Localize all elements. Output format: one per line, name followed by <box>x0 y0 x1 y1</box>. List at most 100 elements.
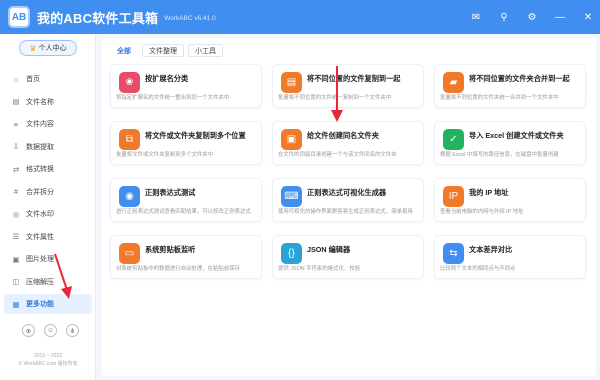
tool-icon: ⇆ <box>443 243 464 264</box>
tool-title: 系统剪贴板监听 <box>145 245 196 254</box>
tool-card[interactable]: ⧉ 将文件或文件夹复制到多个位置 批量将文件或文件夹复制到多个文件夹中 <box>110 121 262 165</box>
sidebar-item-icon: ≡ <box>13 119 19 129</box>
personal-center-label: 个人中心 <box>38 45 67 52</box>
main-content: 全部 文件整理 小工具 ❀ 按扩展名分类 将指定扩展名的文件统一整出到同一个文件夹中 ▤ 将… <box>102 38 596 376</box>
tool-description: 提供 JSON 字符串的格式化、校验 <box>278 266 361 272</box>
sidebar-item-icon: ▣ <box>12 254 20 264</box>
tool-description: 比较两个文本的相同点与不同点 <box>440 266 516 272</box>
mail-icon[interactable]: ✉ <box>464 5 488 29</box>
tool-card[interactable]: ◉ 正则表达式测试进行正则表达式测试查看匹配结果，可以修改正则表达式 <box>110 178 262 222</box>
app-logo: AB <box>8 6 30 28</box>
tool-description: 将指定扩展名的文件统一整出到同一个文件夹中 <box>116 95 230 101</box>
tool-card[interactable]: ⌨ 正则表达式可视化生成器使用可视化的操作界面更容易生成正则表达式，简单易用 <box>272 178 424 222</box>
tab[interactable]: 全部 <box>110 44 138 57</box>
tool-icon: {} <box>281 243 302 264</box>
tool-card[interactable]: ▰ 将不同位置的文件夹合并到一起 批量将不同位置的文件夹统一合并到一个文件夹中 <box>434 64 586 108</box>
app-title: 我的ABC软件工具箱 <box>37 10 159 26</box>
chat-icon[interactable]: ☺ <box>44 324 57 337</box>
tool-description: 在文件的同级目录创建一个与该文件同名的文件夹 <box>278 152 397 158</box>
tool-icon: ◉ <box>119 186 140 207</box>
app-version: WorkABC v6.41.0 <box>164 15 216 22</box>
sidebar-item-icon: ⇄ <box>12 164 20 174</box>
sidebar-item[interactable]: ☰ 文件属性 <box>4 227 92 247</box>
sidebar-item-label: 压缩解压 <box>26 278 54 286</box>
tool-description: 对系统剪贴板中的数据进行自动处理，在粘贴前保存 <box>116 266 240 272</box>
tool-card[interactable]: ▣ 给文件创建同名文件夹在文件的同级目录创建一个与该文件同名的文件夹 <box>272 121 424 165</box>
annotation-arrow-sidebar <box>54 253 72 299</box>
sidebar-item[interactable]: ▤ 文件名称 <box>4 92 92 112</box>
annotation-arrow-down <box>331 66 343 122</box>
sidebar-item-icon: ☰ <box>12 232 20 241</box>
copyright-owner: © WorkABC.com 版权所有 <box>18 361 78 367</box>
tab[interactable]: 小工具 <box>188 44 223 57</box>
sidebar-item[interactable]: ◫ 压缩解压 <box>4 272 92 292</box>
sidebar-item-icon: ▤ <box>12 97 20 106</box>
share-icon[interactable]: ⋔ <box>66 324 79 337</box>
sidebar-item-icon: ⌂ <box>13 74 19 84</box>
window-controls: ✉ ⚲ ⚙ — ✕ <box>460 0 600 34</box>
link-icon[interactable]: ⊕ <box>22 324 35 337</box>
tool-description: 批量将文件或文件夹复制到多个文件夹中 <box>116 152 214 158</box>
sidebar-item-label: 文件内容 <box>26 121 54 128</box>
settings-icon[interactable]: ⚙ <box>520 5 544 29</box>
sidebar-item[interactable]: ⌂ 首页 <box>4 69 92 89</box>
tool-title: 正则表达式测试 <box>145 188 196 197</box>
tool-card[interactable]: ✓ 导入 Excel 创建文件或文件夹根据 Excel 中填写的路径信息，在磁盘中… <box>434 121 586 165</box>
tool-description: 使用可视化的操作界面更容易生成正则表达式，简单易用 <box>278 209 413 215</box>
sidebar-item-icon: ◎ <box>12 209 20 219</box>
tool-icon: ▣ <box>281 129 302 150</box>
tool-card[interactable]: {} JSON 编辑器提供 JSON 字符串的格式化、校验 <box>272 235 424 279</box>
tool-card[interactable]: ⇆ 文本差异对比比较两个文本的相同点与不同点 <box>434 235 586 279</box>
sidebar-item-label: 合并拆分 <box>26 188 54 196</box>
sidebar-item-label: 首页 <box>26 76 40 83</box>
category-tabs: 全部 文件整理 小工具 <box>110 44 227 57</box>
sidebar-item-label: 格式转换 <box>26 166 54 173</box>
tool-icon: ✓ <box>443 129 464 150</box>
tool-title: 我的 IP 地址 <box>469 188 509 197</box>
sidebar-item-label: 更多功能 <box>26 301 54 308</box>
sidebar: ♛ 个人中心 ⊕ ☺ ⋔ 2013 ~ 2023 © WorkABC.com 版… <box>0 34 96 380</box>
sidebar-item[interactable]: ⇄ 格式转换 <box>4 159 92 179</box>
tool-description: 根据 Excel 中填写的路径信息，在磁盘中批量创建 <box>440 152 559 158</box>
tool-title: 将文件或文件夹复制到多个位置 <box>145 131 246 140</box>
tool-description: 批量将不同位置的文件统一复制到一个文件夹中 <box>278 95 392 101</box>
pin-icon[interactable]: ⚲ <box>492 5 516 29</box>
sidebar-item-icon: ◫ <box>12 277 20 286</box>
tool-title: 正则表达式可视化生成器 <box>307 188 387 197</box>
close-icon[interactable]: ✕ <box>576 5 600 29</box>
tool-card[interactable]: ▭ 系统剪贴板监听对系统剪贴板中的数据进行自动处理，在粘贴前保存 <box>110 235 262 279</box>
sidebar-item-label: 图片处理 <box>26 256 54 263</box>
tool-title: 导入 Excel 创建文件或文件夹 <box>469 131 564 140</box>
sidebar-item[interactable]: ⇩ 数据提取 <box>4 137 92 157</box>
tool-icon: ▤ <box>281 72 302 93</box>
tool-title: 给文件创建同名文件夹 <box>307 131 379 140</box>
tool-title: 将不同位置的文件复制到一起 <box>307 74 401 83</box>
tool-icon: ▭ <box>119 243 140 264</box>
sidebar-item-label: 数据提取 <box>26 143 54 151</box>
sidebar-item-label: 文件名称 <box>26 98 54 106</box>
tab[interactable]: 文件整理 <box>142 44 184 57</box>
sidebar-item-label: 文件水印 <box>26 211 54 218</box>
sidebar-item[interactable]: ▦ 更多功能 <box>4 294 92 314</box>
tool-icon: ❀ <box>119 72 140 93</box>
personal-center-button[interactable]: ♛ 个人中心 <box>19 40 77 56</box>
copyright: 2013 ~ 2023 © WorkABC.com 版权所有 <box>0 352 96 368</box>
sidebar-item-icon: ⇩ <box>12 142 20 151</box>
tool-description: 批量将不同位置的文件夹统一合并到一个文件夹中 <box>440 95 559 101</box>
crown-icon: ♛ <box>29 43 37 53</box>
tool-title: 文本差异对比 <box>469 245 513 254</box>
tool-title: 将不同位置的文件夹合并到一起 <box>469 74 570 83</box>
tool-card[interactable]: ▤ 将不同位置的文件复制到一起批量将不同位置的文件统一复制到一个文件夹中 <box>272 64 424 108</box>
sidebar-item-icon: # <box>13 187 19 196</box>
tool-icon: ⌨ <box>281 186 302 207</box>
sidebar-item[interactable]: ≡ 文件内容 <box>4 114 92 134</box>
copyright-years: 2013 ~ 2023 <box>34 353 62 359</box>
sidebar-item[interactable]: ◎ 文件水印 <box>4 204 92 224</box>
minimize-icon[interactable]: — <box>548 5 572 29</box>
sidebar-item[interactable]: # 合并拆分 <box>4 182 92 202</box>
tool-card[interactable]: ❀ 按扩展名分类 将指定扩展名的文件统一整出到同一个文件夹中 <box>110 64 262 108</box>
sidebar-item[interactable]: ▣ 图片处理 <box>4 249 92 269</box>
tool-description: 进行正则表达式测试查看匹配结果，可以修改正则表达式 <box>116 209 251 215</box>
tool-title: JSON 编辑器 <box>307 245 351 254</box>
tool-card[interactable]: IP 我的 IP 地址 查看当前电脑的内网与外网 IP 地址 <box>434 178 586 222</box>
